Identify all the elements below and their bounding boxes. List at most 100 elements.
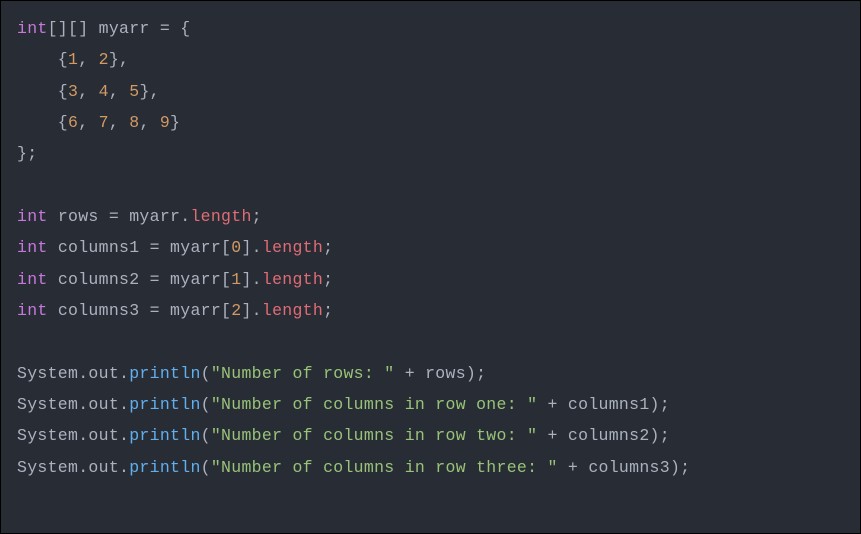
plus: + (537, 426, 568, 445)
equals: = (150, 270, 170, 289)
dot: . (119, 395, 129, 414)
brace-close: }, (109, 50, 129, 69)
string-literal: "Number of columns in row one: " (211, 395, 537, 414)
comma: , (78, 82, 98, 101)
code-line: System.out.println("Number of columns in… (17, 389, 844, 420)
blank-line (17, 326, 844, 357)
identifier-columns1: columns1 (58, 238, 150, 257)
blank-line (17, 170, 844, 201)
equals: = (150, 238, 170, 257)
bracket-close: ] (241, 301, 251, 320)
comma: , (78, 50, 98, 69)
index-literal: 0 (231, 238, 241, 257)
dot: . (78, 395, 88, 414)
semicolon: ; (252, 207, 262, 226)
number-literal: 5 (129, 82, 139, 101)
class-system: System (17, 395, 78, 414)
code-line: {1, 2}, (17, 44, 844, 75)
dot: . (119, 458, 129, 477)
comma: , (139, 113, 159, 132)
space (48, 238, 58, 257)
space (48, 301, 58, 320)
code-line: System.out.println("Number of columns in… (17, 420, 844, 451)
identifier-columns1: columns1 (568, 395, 650, 414)
dot: . (180, 207, 190, 226)
identifier-myarr: myarr (99, 19, 160, 38)
method-println: println (129, 426, 200, 445)
identifier-columns3: columns3 (588, 458, 670, 477)
plus: + (395, 364, 426, 383)
paren-close: ); (650, 426, 670, 445)
method-println: println (129, 364, 200, 383)
identifier-rows: rows (425, 364, 466, 383)
identifier-columns2: columns2 (568, 426, 650, 445)
index-literal: 2 (231, 301, 241, 320)
paren-open: ( (201, 458, 211, 477)
brace-close: }; (17, 144, 37, 163)
field-out: out (88, 395, 119, 414)
string-literal: "Number of rows: " (211, 364, 395, 383)
number-literal: 9 (160, 113, 170, 132)
dot: . (78, 458, 88, 477)
code-line: int[][] myarr = { (17, 13, 844, 44)
dot: . (78, 426, 88, 445)
identifier-myarr: myarr[ (170, 238, 231, 257)
class-system: System (17, 364, 78, 383)
space (48, 207, 58, 226)
brace: { (17, 82, 68, 101)
paren-close: ); (466, 364, 486, 383)
code-line: {6, 7, 8, 9} (17, 107, 844, 138)
number-literal: 1 (68, 50, 78, 69)
property-length: length (262, 238, 323, 257)
code-editor[interactable]: int[][] myarr = { {1, 2}, {3, 4, 5}, {6,… (17, 13, 844, 483)
paren-close: ); (650, 395, 670, 414)
keyword-int: int (17, 238, 48, 257)
property-length: length (190, 207, 251, 226)
paren-open: ( (201, 364, 211, 383)
brace-open: { (180, 19, 190, 38)
keyword-int: int (17, 301, 48, 320)
identifier-myarr: myarr (129, 207, 180, 226)
number-literal: 8 (129, 113, 139, 132)
method-println: println (129, 395, 200, 414)
equals: = (150, 301, 170, 320)
bracket-close: ] (241, 238, 251, 257)
brace-close: }, (139, 82, 159, 101)
paren-close: ); (670, 458, 690, 477)
brace: { (17, 50, 68, 69)
string-literal: "Number of columns in row three: " (211, 458, 558, 477)
comma: , (109, 82, 129, 101)
dot: . (78, 364, 88, 383)
class-system: System (17, 458, 78, 477)
paren-open: ( (201, 395, 211, 414)
code-line: int columns2 = myarr[1].length; (17, 264, 844, 295)
code-line: int columns1 = myarr[0].length; (17, 232, 844, 263)
number-literal: 3 (68, 82, 78, 101)
identifier-columns2: columns2 (58, 270, 150, 289)
brace: { (17, 113, 68, 132)
dot: . (119, 426, 129, 445)
keyword-int: int (17, 19, 48, 38)
keyword-int: int (17, 207, 48, 226)
dot: . (252, 238, 262, 257)
semicolon: ; (323, 270, 333, 289)
number-literal: 4 (99, 82, 109, 101)
code-line: System.out.println("Number of columns in… (17, 452, 844, 483)
keyword-int: int (17, 270, 48, 289)
paren-open: ( (201, 426, 211, 445)
identifier-rows: rows (58, 207, 109, 226)
code-line: int rows = myarr.length; (17, 201, 844, 232)
plus: + (558, 458, 589, 477)
brace-close: } (170, 113, 180, 132)
number-literal: 6 (68, 113, 78, 132)
number-literal: 2 (99, 50, 109, 69)
dot: . (119, 364, 129, 383)
property-length: length (262, 301, 323, 320)
number-literal: 7 (99, 113, 109, 132)
comma: , (109, 113, 129, 132)
equals: = (109, 207, 129, 226)
plus: + (537, 395, 568, 414)
string-literal: "Number of columns in row two: " (211, 426, 537, 445)
semicolon: ; (323, 301, 333, 320)
identifier-myarr: myarr[ (170, 301, 231, 320)
